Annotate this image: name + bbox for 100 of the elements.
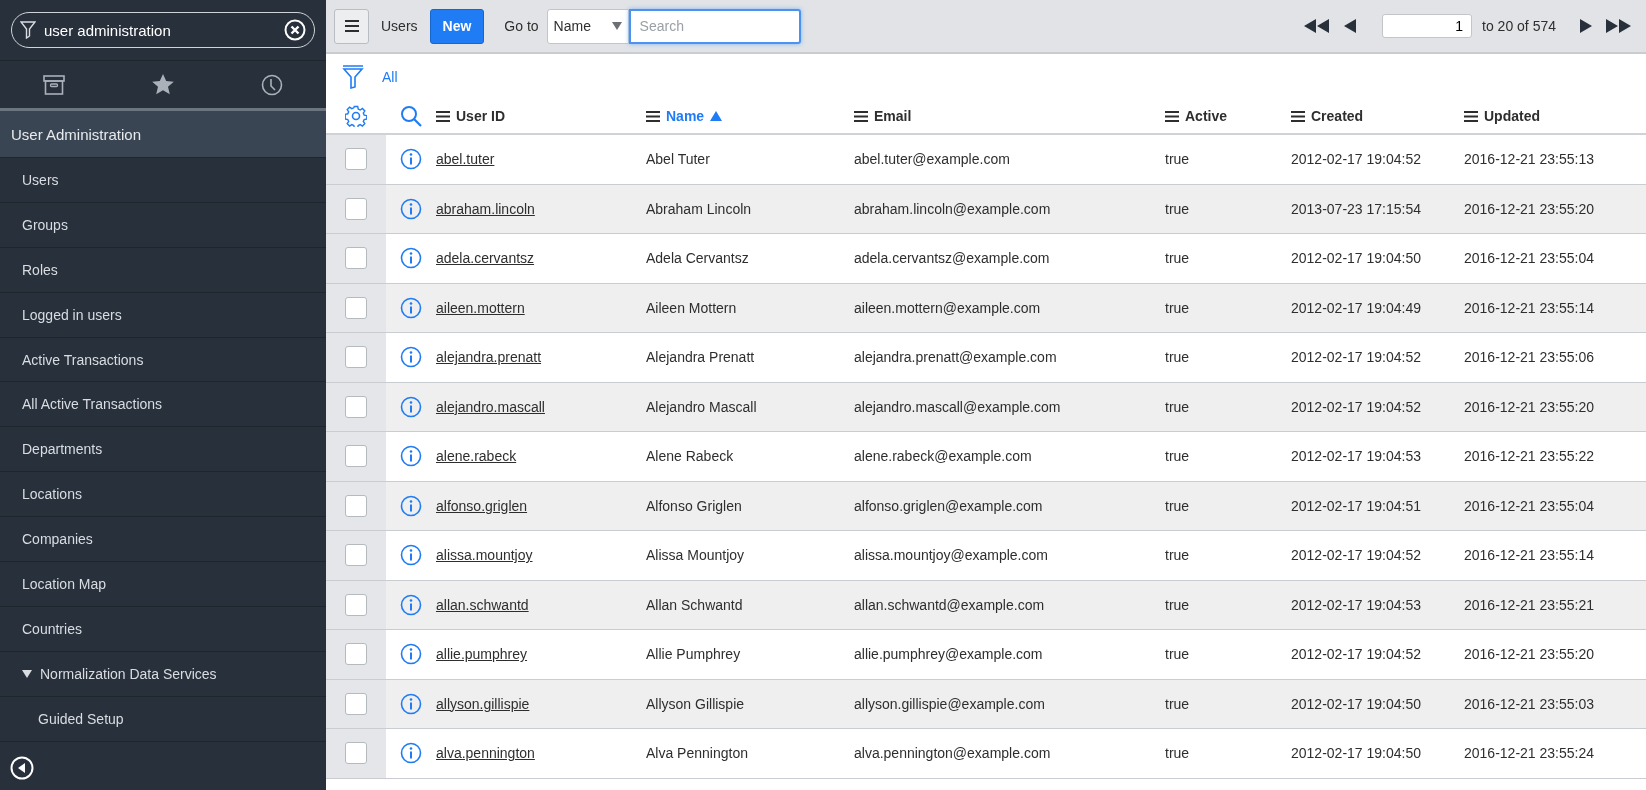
list-title: Users (381, 18, 418, 34)
table-cell-text: true (1165, 695, 1191, 712)
info-icon[interactable] (400, 742, 422, 765)
menu-button[interactable] (334, 8, 369, 44)
info-icon[interactable] (400, 494, 422, 517)
search-icon[interactable] (400, 105, 422, 127)
user-id-link[interactable]: allie.pumphrey (436, 646, 528, 663)
column-menu-icon (1165, 110, 1179, 122)
user-id-link[interactable]: abraham.lincoln (436, 200, 535, 217)
collapse-button[interactable] (10, 756, 34, 780)
clock-icon (260, 73, 283, 96)
star-icon (152, 74, 174, 95)
info-icon[interactable] (400, 247, 422, 270)
table-cell-text: 2012-02-17 19:04:52 (1291, 547, 1422, 564)
column-header[interactable]: Updated (1464, 108, 1646, 124)
table-cell-text: 2012-02-17 19:04:50 (1291, 695, 1422, 712)
info-icon[interactable] (400, 197, 422, 220)
table-cell-text: allan.schwantd@example.com (854, 596, 1046, 613)
user-id-link[interactable]: alejandro.mascall (436, 398, 545, 415)
user-id-link[interactable]: alfonso.griglen (436, 497, 528, 514)
next-page-icon (1580, 19, 1592, 33)
table-cell-text: 2016-12-21 23:55:04 (1464, 497, 1595, 514)
user-id-link[interactable]: allyson.gillispie (436, 695, 530, 712)
table-cell-text: 2012-02-17 19:04:52 (1291, 398, 1422, 415)
table-cell-text: true (1165, 151, 1191, 168)
table-cell-text: Adela Cervantsz (646, 250, 750, 267)
table-cell-text: alfonso.griglen@example.com (854, 497, 1044, 514)
row-checkbox[interactable] (345, 445, 367, 468)
filter-icon (20, 21, 36, 39)
user-id-link[interactable]: allan.schwantd (436, 596, 529, 613)
search-field[interactable]: Search (628, 8, 801, 44)
table-cell-text: Alva Pennington (646, 745, 749, 762)
row-checkbox[interactable] (345, 148, 367, 171)
info-icon[interactable] (400, 544, 422, 567)
settings-icon[interactable] (345, 105, 367, 127)
filter-input[interactable]: user administration (44, 21, 276, 39)
row-checkbox[interactable] (345, 494, 367, 517)
column-header[interactable]: Created (1291, 108, 1464, 124)
filter-button[interactable] (342, 64, 364, 89)
row-checkbox[interactable] (345, 544, 367, 567)
table-cell-text: Alissa Mountjoy (646, 547, 746, 564)
info-icon[interactable] (400, 395, 422, 418)
info-icon[interactable] (400, 593, 422, 616)
table-cell-text: allie.pumphrey@example.com (854, 646, 1044, 663)
table-cell-text: 2012-02-17 19:04:52 (1291, 349, 1422, 366)
row-checkbox[interactable] (345, 643, 367, 666)
row-checkbox[interactable] (345, 346, 367, 369)
column-header[interactable]: Email (854, 108, 1165, 124)
first-page-icon (1304, 19, 1331, 33)
previous-page-button[interactable] (1342, 19, 1359, 33)
row-checkbox[interactable] (345, 197, 367, 220)
column-header[interactable]: Active (1165, 108, 1291, 124)
table-cell-text: 2012-02-17 19:04:51 (1291, 497, 1422, 514)
user-id-link[interactable]: aileen.mottern (436, 299, 525, 316)
table-cell-text: 2016-12-21 23:55:06 (1464, 349, 1595, 366)
user-id-link[interactable]: adela.cervantsz (436, 250, 535, 267)
table-cell-text: true (1165, 448, 1191, 465)
info-icon[interactable] (400, 692, 422, 715)
table-cell-text: Abraham Lincoln (646, 200, 753, 217)
new-button[interactable]: New (429, 8, 485, 44)
caret-down-icon (611, 22, 622, 30)
row-checkbox[interactable] (345, 593, 367, 616)
table-cell-text: true (1165, 646, 1191, 663)
table-cell-text: 2012-02-17 19:04:52 (1291, 646, 1422, 663)
info-icon[interactable] (400, 346, 422, 369)
breadcrumb-link[interactable]: All (382, 68, 398, 85)
clear-icon[interactable] (284, 19, 306, 41)
user-id-link[interactable]: abel.tuter (436, 151, 495, 168)
row-checkbox[interactable] (345, 247, 367, 270)
user-id-link[interactable]: alene.rabeck (436, 448, 517, 465)
column-header[interactable]: User ID (436, 108, 646, 124)
user-id-link[interactable]: alva.pennington (436, 745, 535, 762)
table-cell-text: 2016-12-21 23:55:20 (1464, 200, 1595, 217)
info-icon[interactable] (400, 296, 422, 319)
info-icon[interactable] (400, 445, 422, 468)
page-number-field[interactable]: 1 (1382, 14, 1473, 38)
table-cell-text: Allie Pumphrey (646, 646, 742, 663)
table-cell-text: 2016-12-21 23:55:20 (1464, 398, 1595, 415)
row-checkbox[interactable] (345, 395, 367, 418)
field-select[interactable]: Name (546, 8, 629, 44)
user-id-link[interactable]: alissa.mountjoy (436, 547, 533, 564)
next-page-button[interactable] (1578, 19, 1594, 33)
row-checkbox[interactable] (345, 742, 367, 765)
column-header[interactable]: Name (646, 108, 854, 124)
info-icon[interactable] (400, 148, 422, 171)
column-menu-icon (854, 110, 868, 122)
info-icon[interactable] (400, 643, 422, 666)
collapse-icon (10, 756, 34, 780)
table-cell-text: abraham.lincoln@example.com (854, 200, 1052, 217)
column-menu-icon (646, 110, 660, 122)
row-checkbox[interactable] (345, 296, 367, 319)
table-cell-text: 2012-02-17 19:04:53 (1291, 596, 1422, 613)
application-header[interactable]: User Administration (0, 111, 326, 158)
table-cell-text: Alene Rabeck (646, 448, 735, 465)
user-id-link[interactable]: alejandra.prenatt (436, 349, 542, 366)
row-checkbox[interactable] (345, 692, 367, 715)
table-cell-text: true (1165, 596, 1191, 613)
table-cell-text: alejandro.mascall@example.com (854, 398, 1062, 415)
column-menu-icon (436, 110, 450, 122)
menu-icon (344, 20, 359, 32)
